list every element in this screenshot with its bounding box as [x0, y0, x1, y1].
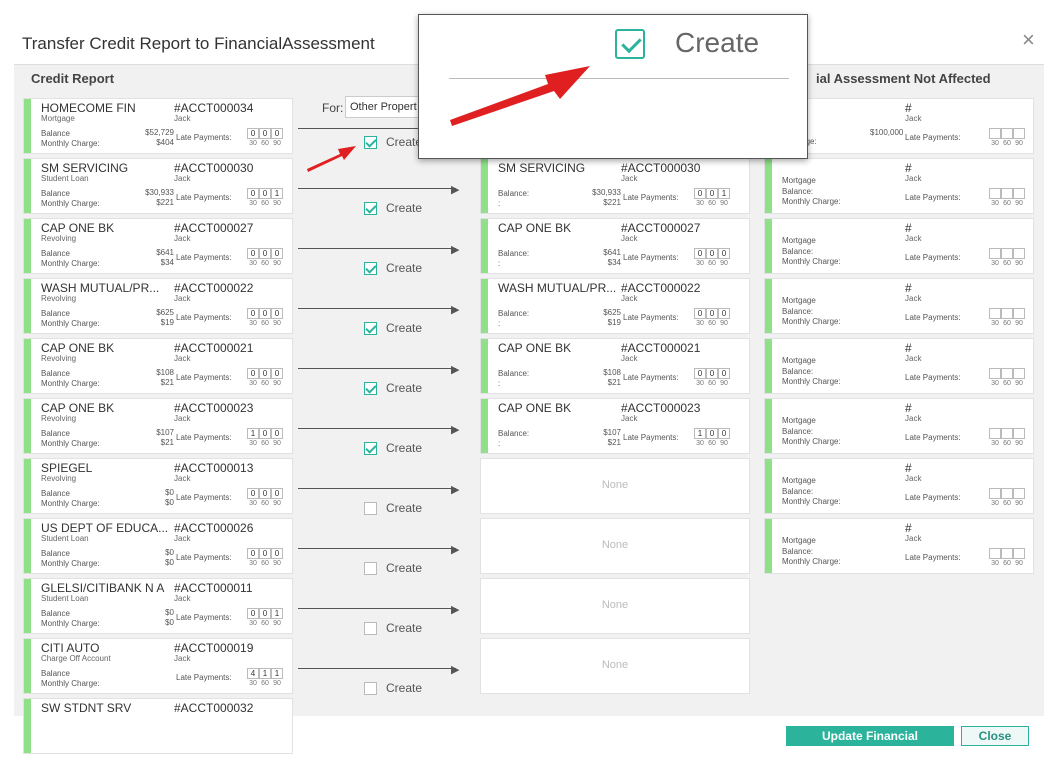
annotation-arrows [307, 66, 590, 172]
red-arrow-small [307, 146, 356, 172]
red-arrow-big [450, 66, 590, 126]
transfer-dialog: Transfer Credit Report to FinancialAsses… [0, 0, 1044, 763]
